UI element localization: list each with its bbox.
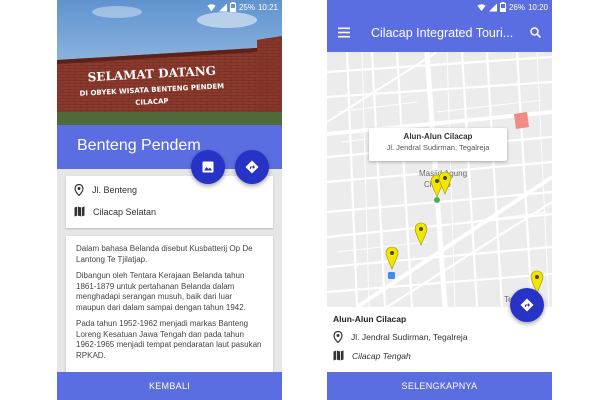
- back-button[interactable]: KEMBALI: [57, 372, 282, 400]
- location-pin-icon: [74, 184, 84, 196]
- location-pin-icon: [333, 331, 343, 343]
- selected-region-text: Cilacap Tengah: [352, 350, 411, 361]
- app-toolbar: Cilacap Integrated Touri...: [327, 14, 552, 52]
- battery-icon: [499, 2, 506, 12]
- selected-address-row: Jl. Jendral Sudirman, Tegalreja: [333, 331, 468, 343]
- map-icon: [74, 206, 85, 217]
- battery-level: 26%: [508, 2, 525, 12]
- status-bar: 25% 10:21: [57, 0, 282, 14]
- wifi-icon: [207, 3, 216, 11]
- signal-icon: [218, 3, 227, 11]
- region-text: Cilacap Selatan: [93, 206, 157, 217]
- description-paragraph-2: Dibangun oleh Tentara Kerajaan Belanda t…: [76, 271, 246, 312]
- info-window-title: Alun-Alun Cilacap: [403, 132, 473, 141]
- gallery-button[interactable]: [191, 150, 225, 184]
- place-title: Benteng Pendem: [77, 137, 201, 154]
- address-text: Jl. Benteng: [92, 185, 138, 195]
- highlighted-area: [514, 112, 529, 129]
- battery-icon: [229, 2, 236, 12]
- hamburger-menu-icon[interactable]: [338, 27, 350, 38]
- directions-icon: [520, 298, 534, 312]
- status-time: 10:20: [527, 2, 548, 12]
- directions-icon: [245, 160, 259, 174]
- image-icon: [202, 161, 214, 173]
- description-card: Dalam bahasa Belanda disebut Kusbatterij…: [66, 236, 273, 374]
- address-row: Jl. Benteng: [74, 184, 137, 196]
- map-icon: [333, 350, 344, 361]
- selected-region-row: Cilacap Tengah: [333, 350, 411, 361]
- map-view[interactable]: Masjid Agung Cilacap Teluk P: [327, 52, 552, 307]
- location-card: Jl. Benteng Cilacap Selatan: [66, 176, 273, 228]
- battery-level: 25%: [238, 2, 255, 12]
- transit-poi-icon: [388, 272, 395, 279]
- status-time: 10:21: [257, 2, 278, 12]
- description-paragraph-1: Dalam bahasa Belanda disebut Kusbatterij…: [76, 244, 253, 264]
- search-icon[interactable]: [530, 27, 541, 38]
- park-poi-icon: [434, 197, 440, 203]
- region-row: Cilacap Selatan: [74, 206, 156, 217]
- detail-screen: 25% 10:21 SELAMAT DATANG DI OBYEK WISATA…: [57, 0, 282, 400]
- info-window-address: Jl. Jendral Sudirman, Tegalreja: [386, 143, 490, 152]
- description-paragraph-3: Pada tahun 1952-1962 menjadi markas Bant…: [76, 319, 262, 360]
- header-photo: SELAMAT DATANG DI OBYEK WISATA BENTENG P…: [57, 0, 282, 125]
- app-title: Cilacap Integrated Touri...: [371, 26, 514, 40]
- directions-button[interactable]: [235, 150, 269, 184]
- directions-button[interactable]: [510, 288, 544, 322]
- map-screen: 26% 10:20 Cilacap Integrated Touri... Ma…: [327, 0, 552, 400]
- selected-place-title: Alun-Alun Cilacap: [333, 314, 407, 324]
- wifi-icon: [477, 3, 486, 11]
- status-bar: 26% 10:20: [327, 0, 552, 14]
- more-button[interactable]: SELENGKAPNYA: [327, 372, 552, 400]
- selected-address-text: Jl. Jendral Sudirman, Tegalreja: [351, 332, 468, 342]
- signal-icon: [488, 3, 497, 11]
- map-info-window[interactable]: Alun-Alun Cilacap Jl. Jendral Sudirman, …: [369, 128, 507, 161]
